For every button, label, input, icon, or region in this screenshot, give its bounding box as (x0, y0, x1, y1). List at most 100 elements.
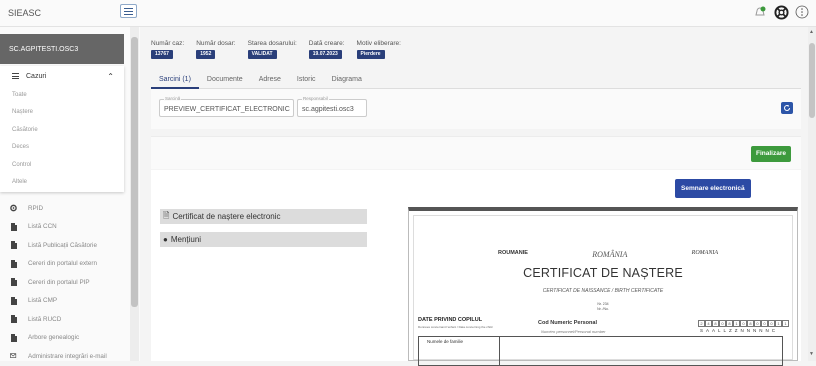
cnp-digit: 0 (754, 320, 761, 327)
document-icon (10, 241, 17, 250)
sidebar-item-label: Listă RUCD (28, 315, 62, 323)
status-badge: VALIDAT (247, 50, 277, 59)
country-en: ROMANIA (691, 250, 718, 256)
scroll-down-icon[interactable]: ▼ (809, 351, 814, 357)
top-icons (752, 4, 810, 20)
task-fields-panel: Sarcină PREVIEW_CERTIFICAT_ELECTRONIC Re… (151, 89, 801, 129)
cnp-digit: 0 (740, 320, 747, 327)
release-reason-label: Motiv eliberare: (356, 40, 401, 47)
chevron-up-icon[interactable]: ⌃ (107, 72, 114, 81)
refresh-icon (784, 104, 790, 111)
app-title[interactable]: SIEASC (8, 8, 41, 18)
more-options-icon[interactable] (794, 4, 810, 20)
surname-label: Numele de familie (427, 339, 464, 344)
tab-sarcini[interactable]: Sarcini (1) (151, 72, 199, 89)
cazuri-title: Cazuri (26, 72, 47, 80)
cazuri-header[interactable]: Cazuri ⌃ (0, 66, 124, 86)
mentions-section[interactable]: ● Mențiuni (160, 232, 367, 247)
cnp-digit: 4 (705, 320, 712, 327)
cnp-letters: SAALLZZNNNNNC (700, 328, 779, 333)
document-icon: 🗎 (163, 210, 170, 220)
sidebar-item-label: RPID (28, 204, 44, 212)
sidebar-item-label: Arbore genealogic (28, 334, 80, 342)
scroll-up-icon[interactable]: ▲ (809, 29, 814, 35)
owner-field[interactable]: Responsabil sc.agpitesti.osc3 (297, 96, 367, 117)
sidebar-item-label: Administrare integrări e-mail (28, 352, 107, 360)
sidebar-item-publicatii-casatorie[interactable]: Listă Publicații Căsătorie (0, 236, 128, 255)
case-number-badge: 13767 (151, 50, 173, 59)
sidebar-item-nastere[interactable]: Naștere (0, 104, 124, 122)
sidebar-scrollbar-thumb[interactable] (131, 37, 138, 307)
document-icon (10, 278, 17, 287)
file-status-field: Starea dosarului: VALIDAT (247, 40, 297, 59)
list-icon (12, 73, 19, 79)
sidebar-item-portal-extern[interactable]: Cereri din portalul extern (0, 255, 128, 274)
cnp-digit: 0 (768, 320, 775, 327)
mentions-section-title: Mențiuni (170, 235, 202, 244)
cnp-digit: 8 (726, 320, 733, 327)
sidebar-item-label: Listă CMP (28, 297, 58, 305)
sidebar-item-toate[interactable]: Toate (0, 86, 124, 104)
email-settings-icon (10, 352, 17, 360)
case-number-label: Număr caz: (151, 40, 185, 47)
country-ro: ROMÂNIA (592, 250, 628, 259)
certificate-section-title: Certificat de naștere electronic (172, 212, 281, 221)
cazuri-menu: Cazuri ⌃ Toate Naștere Căsătorie Deces C… (0, 66, 124, 192)
task-field-value: PREVIEW_CERTIFICAT_ELECTRONIC (164, 106, 290, 113)
user-name: SC.AGPITESTI.OSC3 (9, 46, 79, 53)
menu-toggle-button[interactable] (120, 4, 137, 18)
top-bar: SIEASC (0, 0, 816, 27)
sidebar-item-lista-cmp[interactable]: Listă CMP (0, 292, 128, 311)
gear-icon (10, 204, 17, 212)
cnp-digit: 0 (719, 320, 726, 327)
document-icon (10, 315, 17, 324)
sidebar-item-altele[interactable]: Altele (0, 174, 124, 192)
certificate-number: Nr. 234 Nr. /No. (414, 302, 792, 312)
sign-electronic-button[interactable]: Semnare electronică (675, 179, 751, 198)
task-content: Semnare electronică 🗎 Certificat de nașt… (151, 170, 801, 366)
sidebar-item-label: Cereri din portalul extern (28, 260, 97, 268)
sidebar-item-arbore-genealogic[interactable]: Arbore genealogic (0, 329, 128, 348)
file-number-label: Număr dosar: (196, 40, 236, 47)
certificate-countries: ROUMANIE ROMÂNIA ROMANIA (498, 250, 718, 259)
cnp-digit: 0 (761, 320, 768, 327)
creation-date-label: Dată creare: (308, 40, 345, 47)
sidebar-item-portal-pip[interactable]: Cereri din portalul PIP (0, 273, 128, 292)
sidebar-item-lista-rucd[interactable]: Listă RUCD (0, 310, 128, 329)
tab-adrese[interactable]: Adrese (251, 72, 289, 89)
case-tabs: Sarcini (1) Documente Adrese Istoric Dia… (151, 72, 801, 89)
tab-diagrama[interactable]: Diagrama (324, 72, 370, 89)
main-scrollbar[interactable]: ▲ ▼ (808, 27, 816, 361)
document-icon (10, 222, 17, 231)
cnp-digit: 1 (733, 320, 740, 327)
sidebar-item-deces[interactable]: Deces (0, 139, 124, 157)
sidebar-item-control[interactable]: Control (0, 156, 124, 174)
help-lifebuoy-icon[interactable] (773, 4, 789, 20)
sidebar-item-integrari-email[interactable]: Administrare integrări e-mail (0, 347, 128, 366)
sidebar-item-lista-ccn[interactable]: Listă CCN (0, 218, 128, 237)
cnp-digit: 2 (698, 320, 705, 327)
cnp-digit: 8 (747, 320, 754, 327)
tab-istoric[interactable]: Istoric (289, 72, 324, 89)
document-icon (10, 259, 17, 268)
certificate-title: CERTIFICAT DE NAȘTERE (523, 266, 683, 280)
tab-documente[interactable]: Documente (199, 72, 251, 89)
certificate-subtitle: CERTIFICAT DE NAISSANCE / BIRTH CERTIFIC… (542, 288, 664, 294)
sidebar-item-label: Cereri din portalul PIP (28, 278, 90, 286)
task-field-label: Sarcină (164, 96, 182, 101)
certificate-section[interactable]: 🗎 Certificat de naștere electronic (160, 209, 367, 224)
main-scrollbar-thumb[interactable] (809, 43, 815, 118)
user-block: SC.AGPITESTI.OSC3 (0, 34, 124, 64)
sidebar-item-casatorie[interactable]: Căsătorie (0, 121, 124, 139)
sidebar-item-rpid[interactable]: RPID (0, 199, 128, 218)
cnp-digit: 1 (775, 320, 782, 327)
finalize-button[interactable]: Finalizare (751, 146, 791, 162)
child-data-subheading: Données concernant l'enfant / Data conce… (418, 325, 493, 329)
sidebar-item-label: Listă CCN (28, 223, 57, 231)
refresh-button[interactable] (781, 102, 793, 114)
cnp-label: Cod Numeric Personal (538, 320, 597, 326)
notifications-icon[interactable] (752, 4, 768, 20)
task-field[interactable]: Sarcină PREVIEW_CERTIFICAT_ELECTRONIC (159, 96, 294, 117)
sidebar-scrollbar[interactable] (130, 27, 139, 361)
creation-date-field: Dată creare: 19.07.2023 (308, 40, 345, 59)
